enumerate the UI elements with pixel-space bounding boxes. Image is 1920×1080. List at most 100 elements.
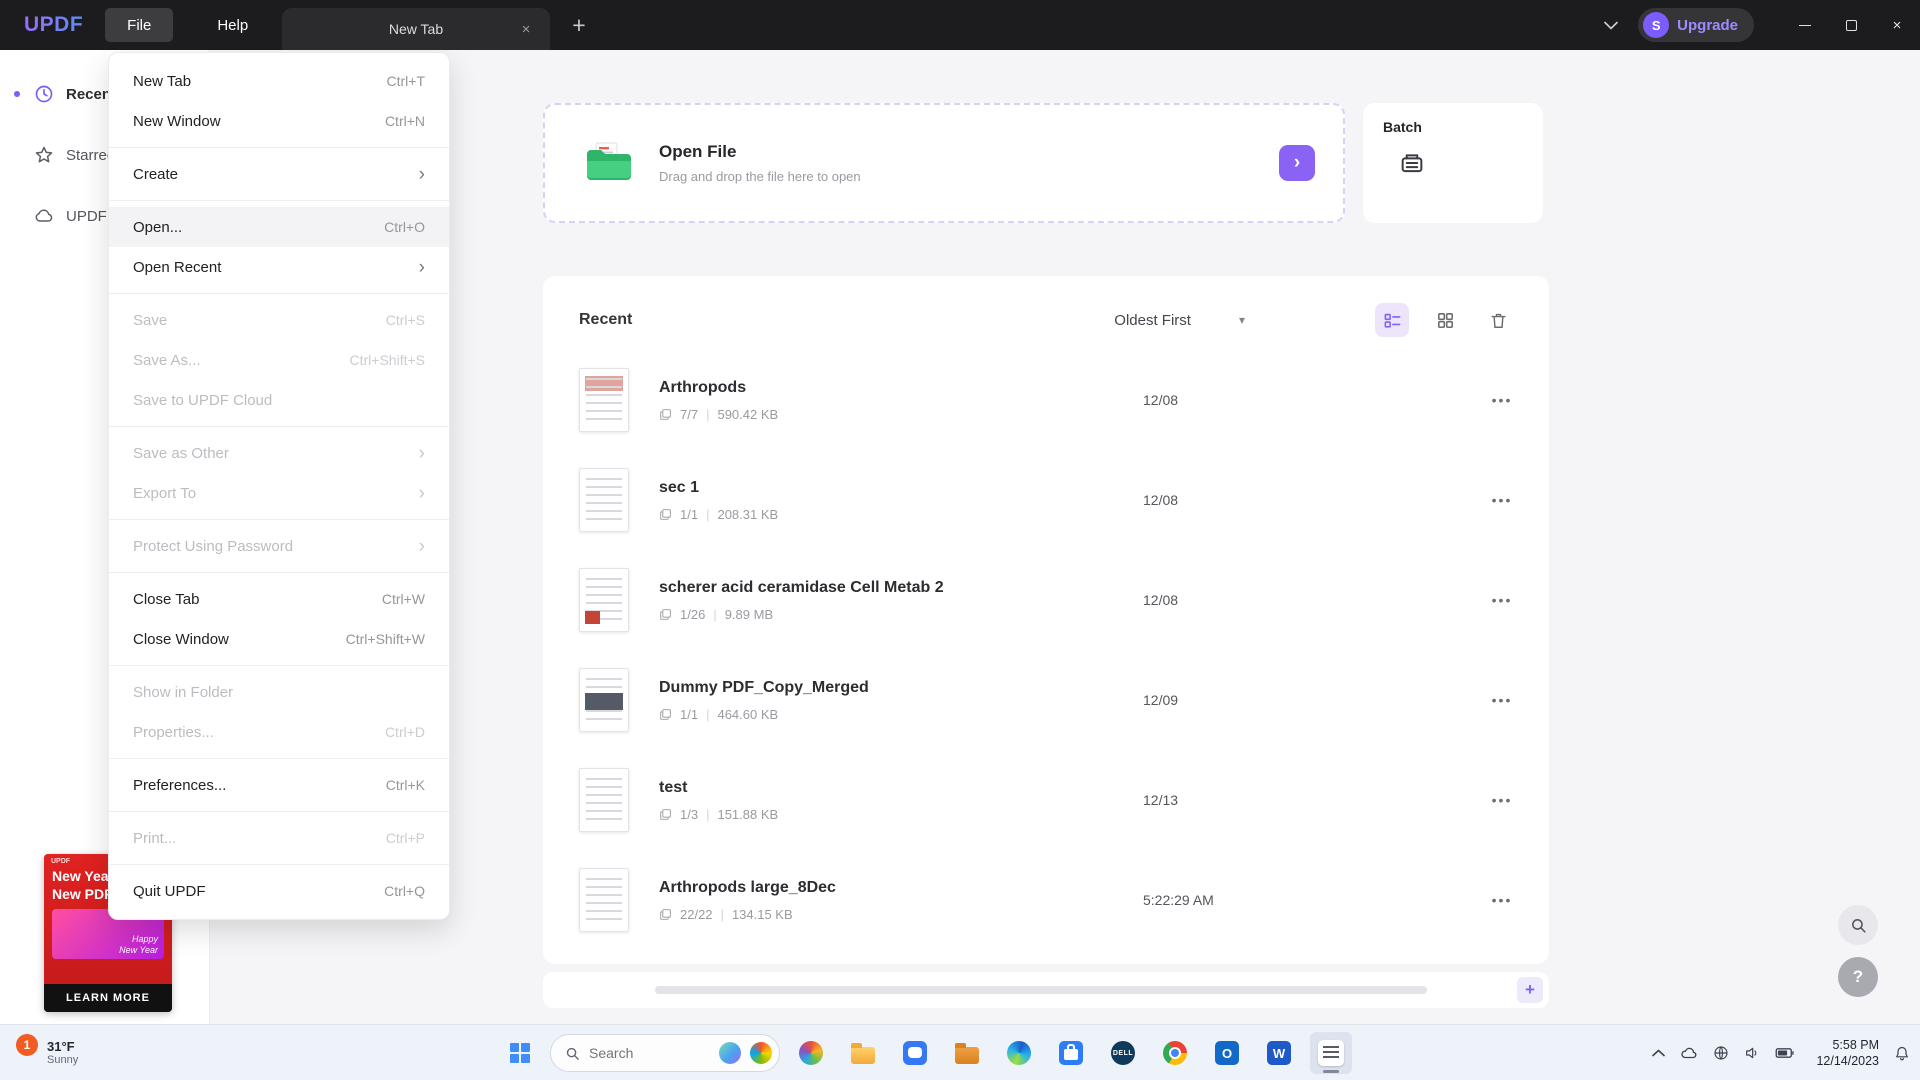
onedrive-cloud-icon[interactable] bbox=[1680, 1046, 1698, 1060]
floating-search-button[interactable] bbox=[1838, 905, 1878, 945]
user-avatar[interactable]: S bbox=[1643, 12, 1669, 38]
window-maximize-button[interactable] bbox=[1828, 0, 1874, 50]
file-more-button[interactable]: ••• bbox=[1485, 583, 1519, 617]
updf-app-icon bbox=[1318, 1040, 1344, 1066]
file-more-button[interactable]: ••• bbox=[1485, 383, 1519, 417]
taskbar-clock[interactable]: 5:58 PM 12/14/2023 bbox=[1816, 1037, 1879, 1070]
horizontal-scrollbar[interactable] bbox=[655, 986, 1427, 994]
menu-item-save-as-other: Save as Other › bbox=[109, 433, 449, 473]
file-size: 590.42 KB bbox=[717, 407, 778, 422]
taskbar-app-folder[interactable] bbox=[946, 1032, 988, 1074]
menu-item-show-in-folder: Show in Folder bbox=[109, 672, 449, 712]
network-globe-icon[interactable] bbox=[1713, 1045, 1729, 1061]
ad-script-2: New Year bbox=[119, 945, 158, 956]
search-icon bbox=[1850, 917, 1867, 934]
learn-more-button[interactable]: LEARN MORE bbox=[44, 984, 172, 1012]
taskbar-app-dell[interactable]: DELL bbox=[1102, 1032, 1144, 1074]
notifications-bell-icon[interactable] bbox=[1894, 1045, 1910, 1062]
weather-widget[interactable]: 1 31°F Sunny bbox=[16, 1025, 78, 1080]
menu-item-quit-updf[interactable]: Quit UPDF Ctrl+Q bbox=[109, 871, 449, 911]
file-more-button[interactable]: ••• bbox=[1485, 483, 1519, 517]
taskbar-app-outlook[interactable]: O bbox=[1206, 1032, 1248, 1074]
file-row[interactable]: Arthropods large_8Dec 22/22 | 134.15 KB … bbox=[543, 850, 1549, 950]
window-close-button[interactable]: × bbox=[1874, 0, 1920, 50]
help-button[interactable]: ? bbox=[1838, 957, 1878, 997]
menu-item-new-tab[interactable]: New Tab Ctrl+T bbox=[109, 61, 449, 101]
chat-app-icon bbox=[903, 1041, 927, 1065]
file-row[interactable]: Arthropods 7/7 | 590.42 KB 12/08 ••• bbox=[543, 350, 1549, 450]
menu-item-open[interactable]: Open... Ctrl+O bbox=[109, 207, 449, 247]
taskbar-app-pinwheel[interactable] bbox=[790, 1032, 832, 1074]
sort-dropdown[interactable]: Oldest First ▾ bbox=[1114, 312, 1245, 329]
trash-button[interactable] bbox=[1481, 303, 1515, 337]
sort-label: Oldest First bbox=[1114, 312, 1191, 329]
file-size: 9.89 MB bbox=[725, 607, 773, 622]
menu-item-properties: Properties... Ctrl+D bbox=[109, 712, 449, 752]
bing-pen-icon[interactable] bbox=[750, 1042, 772, 1064]
menu-item-close-window[interactable]: Close Window Ctrl+Shift+W bbox=[109, 619, 449, 659]
file-meta: 22/22 | 134.15 KB bbox=[659, 907, 836, 922]
file-row[interactable]: scherer acid ceramidase Cell Metab 2 1/2… bbox=[543, 550, 1549, 650]
battery-icon[interactable] bbox=[1775, 1047, 1795, 1059]
file-pages: 1/3 bbox=[680, 807, 698, 822]
taskbar-app-edge[interactable] bbox=[998, 1032, 1040, 1074]
batch-title: Batch bbox=[1383, 119, 1523, 135]
file-menu-button[interactable]: File bbox=[105, 8, 173, 42]
file-pages: 1/1 bbox=[680, 707, 698, 722]
add-file-button[interactable]: + bbox=[1517, 977, 1543, 1003]
menu-item-open-recent[interactable]: Open Recent › bbox=[109, 247, 449, 287]
grid-view-button[interactable] bbox=[1428, 303, 1462, 337]
start-button[interactable] bbox=[500, 1033, 540, 1073]
submenu-arrow-icon: › bbox=[419, 258, 425, 277]
file-more-button[interactable]: ••• bbox=[1485, 783, 1519, 817]
open-file-dropzone[interactable]: Open File Drag and drop the file here to… bbox=[543, 103, 1345, 223]
meta-separator: | bbox=[706, 807, 709, 822]
taskbar-app-chrome[interactable] bbox=[1154, 1032, 1196, 1074]
meta-separator: | bbox=[706, 407, 709, 422]
clock-icon bbox=[34, 84, 54, 104]
upgrade-button[interactable]: S Upgrade bbox=[1638, 8, 1754, 42]
search-input[interactable] bbox=[589, 1045, 710, 1061]
file-row[interactable]: Dummy PDF_Copy_Merged 1/1 | 464.60 KB 12… bbox=[543, 650, 1549, 750]
new-tab-button[interactable]: + bbox=[566, 12, 592, 38]
file-date: 5:22:29 AM bbox=[1143, 892, 1214, 908]
folder-icon bbox=[585, 142, 633, 184]
help-menu-button[interactable]: Help bbox=[195, 8, 270, 42]
taskbar-search[interactable] bbox=[550, 1034, 780, 1072]
menu-divider bbox=[109, 572, 449, 573]
file-size: 208.31 KB bbox=[717, 507, 778, 522]
batch-card[interactable]: Batch bbox=[1363, 103, 1543, 223]
search-highlight-icon[interactable] bbox=[719, 1042, 741, 1064]
file-more-button[interactable]: ••• bbox=[1485, 683, 1519, 717]
file-row[interactable]: sec 1 1/1 | 208.31 KB 12/08 ••• bbox=[543, 450, 1549, 550]
file-thumbnail bbox=[579, 868, 629, 932]
file-date: 12/13 bbox=[1143, 792, 1178, 808]
taskbar-app-store[interactable] bbox=[1050, 1032, 1092, 1074]
tab-close-icon[interactable]: × bbox=[516, 19, 536, 39]
file-name: sec 1 bbox=[659, 479, 778, 497]
dell-app-icon: DELL bbox=[1111, 1041, 1135, 1065]
menu-item-preferences[interactable]: Preferences... Ctrl+K bbox=[109, 765, 449, 805]
menu-item-close-tab[interactable]: Close Tab Ctrl+W bbox=[109, 579, 449, 619]
menu-item-new-window[interactable]: New Window Ctrl+N bbox=[109, 101, 449, 141]
file-row[interactable]: test 1/3 | 151.88 KB 12/13 ••• bbox=[543, 750, 1549, 850]
tray-chevron-up-icon[interactable] bbox=[1652, 1049, 1665, 1057]
taskbar-app-chat[interactable] bbox=[894, 1032, 936, 1074]
volume-icon[interactable] bbox=[1744, 1045, 1760, 1061]
chevron-down-icon[interactable] bbox=[1604, 21, 1618, 30]
document-tab[interactable]: New Tab × bbox=[282, 8, 550, 50]
file-meta: 1/1 | 464.60 KB bbox=[659, 707, 869, 722]
open-file-arrow-button[interactable]: › bbox=[1279, 145, 1315, 181]
menu-item-create[interactable]: Create › bbox=[109, 154, 449, 194]
meta-separator: | bbox=[706, 707, 709, 722]
file-more-button[interactable]: ••• bbox=[1485, 883, 1519, 917]
menu-divider bbox=[109, 811, 449, 812]
taskbar-app-updf-active[interactable] bbox=[1310, 1032, 1352, 1074]
window-minimize-button[interactable] bbox=[1782, 0, 1828, 50]
taskbar-app-file-explorer[interactable] bbox=[842, 1032, 884, 1074]
file-date: 12/08 bbox=[1143, 492, 1178, 508]
file-size: 464.60 KB bbox=[717, 707, 778, 722]
list-view-button[interactable] bbox=[1375, 303, 1409, 337]
taskbar-app-word[interactable]: W bbox=[1258, 1032, 1300, 1074]
meta-separator: | bbox=[713, 607, 716, 622]
